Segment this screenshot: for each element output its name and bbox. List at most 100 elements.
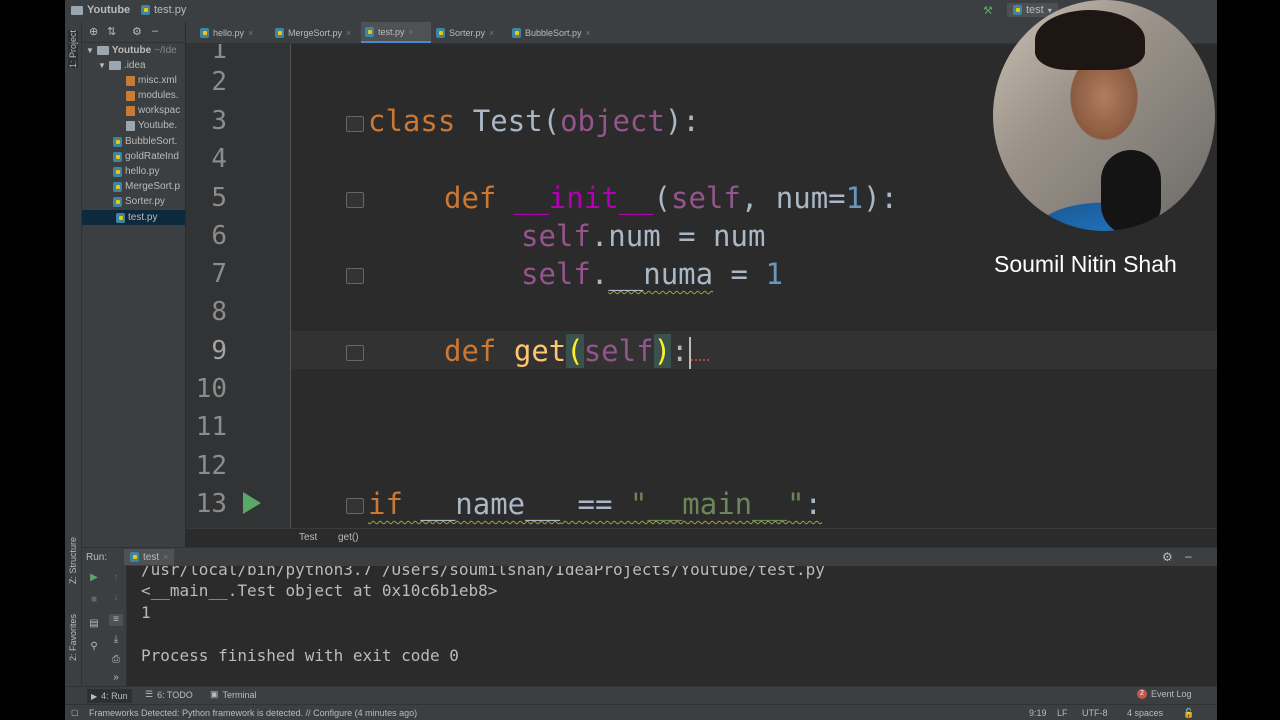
- tab-sorter[interactable]: Sorter.py ×: [432, 22, 514, 43]
- chevron-down-icon: ▼: [86, 46, 94, 55]
- xml-file-icon: [126, 75, 135, 86]
- tree-item-youtube-iml[interactable]: Youtube.: [126, 118, 177, 133]
- paren: ):: [863, 181, 899, 215]
- arrow-down-icon[interactable]: ↓: [109, 592, 123, 604]
- lock-icon[interactable]: 🔓: [1183, 708, 1194, 719]
- self-param: self: [583, 334, 654, 368]
- python-file-icon: [130, 552, 139, 562]
- tab-bubblesort[interactable]: BubbleSort.py ×: [508, 22, 608, 43]
- fold-marker-icon[interactable]: [346, 498, 364, 514]
- console-line: /usr/local/bin/python3.7 /Users/soumilsh…: [141, 566, 825, 579]
- hide-icon[interactable]: –: [152, 25, 158, 37]
- colon: :: [804, 487, 822, 521]
- tree-item-label: hello.py: [125, 166, 160, 177]
- soft-wrap-icon[interactable]: ≡: [109, 614, 123, 626]
- close-icon[interactable]: ×: [346, 28, 351, 38]
- line-separator[interactable]: LF: [1057, 708, 1068, 718]
- project-toolbar: ⊕ ⇅ ⚙ –: [82, 22, 185, 43]
- print-icon[interactable]: ⎙: [109, 654, 123, 666]
- run-panel-header: Run: test × ⚙ –: [82, 547, 1217, 567]
- run-config-label: test: [1026, 4, 1044, 16]
- tree-item-goldrate[interactable]: goldRateInd: [113, 149, 179, 164]
- run-gutter-icon[interactable]: [243, 492, 261, 514]
- stop-icon[interactable]: ■: [87, 594, 101, 606]
- number-literal: 1: [765, 257, 783, 291]
- build-button[interactable]: ⚒: [983, 4, 993, 17]
- python-file-icon: [141, 5, 150, 15]
- run-console[interactable]: /usr/local/bin/python3.7 /Users/soumilsh…: [127, 566, 1217, 686]
- indent-setting[interactable]: 4 spaces: [1127, 708, 1163, 718]
- toggle-panels-icon[interactable]: ▢: [71, 708, 79, 717]
- tool-tab-terminal[interactable]: ▣ Terminal: [210, 689, 257, 700]
- close-icon[interactable]: ×: [489, 28, 494, 38]
- close-icon[interactable]: ×: [409, 27, 414, 37]
- tree-item-test[interactable]: test.py: [82, 210, 185, 225]
- tool-tab-event-log[interactable]: 2 Event Log: [1137, 689, 1192, 699]
- xml-file-icon: [126, 105, 135, 116]
- tab-test[interactable]: test.py ×: [361, 22, 431, 43]
- line-number: 5: [211, 183, 227, 213]
- breadcrumb-class[interactable]: Test: [299, 532, 317, 543]
- paren: (: [653, 181, 672, 215]
- caret-position[interactable]: 9:19: [1029, 708, 1047, 718]
- line-number: 13: [195, 489, 227, 519]
- status-message[interactable]: Frameworks Detected: Python framework is…: [89, 708, 417, 718]
- tree-item-modules[interactable]: modules.: [126, 88, 179, 103]
- line-number-current: 9: [211, 336, 227, 366]
- close-icon[interactable]: ×: [163, 552, 168, 562]
- file-encoding[interactable]: UTF-8: [1082, 708, 1108, 718]
- arrow-up-icon[interactable]: ↑: [109, 572, 123, 584]
- nav-crumb-project[interactable]: Youtube: [71, 4, 130, 16]
- tab-mergesort[interactable]: MergeSort.py ×: [271, 22, 367, 43]
- nav-crumb-file[interactable]: test.py: [141, 4, 186, 16]
- fold-marker-icon[interactable]: [346, 192, 364, 208]
- gear-icon[interactable]: ⚙: [1162, 550, 1173, 564]
- fold-marker-icon[interactable]: [346, 345, 364, 361]
- structure-tool-tab[interactable]: Z: Structure: [68, 537, 78, 584]
- project-panel: ⊕ ⇅ ⚙ – ▼ Youtube ~/Ide ▼ .idea misc.xml…: [82, 22, 185, 547]
- code-line-5: def __init__(self, num=1):: [444, 179, 898, 217]
- minimize-icon[interactable]: –: [1185, 549, 1192, 563]
- globe-icon[interactable]: ⊕: [89, 25, 98, 38]
- run-config-tab[interactable]: test ×: [124, 549, 175, 565]
- gear-icon[interactable]: ⚙: [132, 25, 142, 38]
- tool-tab-run[interactable]: ▶ 4: Run: [87, 689, 132, 703]
- tree-item-path: ~/Ide: [154, 45, 177, 56]
- tree-item-root[interactable]: ▼ Youtube ~/Ide: [86, 43, 177, 58]
- run-config-tab-label: test: [143, 551, 160, 563]
- tree-item-label: modules.: [138, 90, 179, 101]
- tab-hello[interactable]: hello.py ×: [196, 22, 276, 43]
- tree-item-mergesort[interactable]: MergeSort.p: [113, 179, 180, 194]
- tree-item-bubblesort[interactable]: BubbleSort.: [113, 134, 177, 149]
- paren: ):: [664, 104, 700, 138]
- self-ref: self: [521, 219, 591, 253]
- tree-item-hello[interactable]: hello.py: [113, 164, 159, 179]
- params: , num=: [740, 181, 846, 215]
- close-icon[interactable]: ×: [586, 28, 591, 38]
- python-file-icon: [113, 136, 122, 147]
- webcam-hair: [1035, 10, 1145, 70]
- tool-tab-todo[interactable]: ☰ 6: TODO: [145, 689, 193, 700]
- tree-item-idea[interactable]: ▼ .idea: [98, 58, 146, 73]
- rerun-icon[interactable]: ▶: [87, 572, 101, 584]
- breadcrumb-method[interactable]: get(): [338, 532, 359, 543]
- fold-marker-icon[interactable]: [346, 268, 364, 284]
- favorites-tool-tab[interactable]: 2: Favorites: [68, 614, 78, 661]
- tab-label: Sorter.py: [449, 27, 486, 38]
- tool-window-tabs: ▶ 4: Run ☰ 6: TODO ▣ Terminal 2 Event Lo…: [65, 686, 1217, 705]
- keyword: class: [368, 104, 456, 138]
- layout-icon[interactable]: ▤: [87, 618, 101, 630]
- close-icon[interactable]: ×: [248, 28, 253, 38]
- project-tool-tab[interactable]: 1: Project: [68, 30, 78, 69]
- tool-tab-label: 4: Run: [101, 691, 128, 701]
- trash-icon[interactable]: »: [109, 672, 123, 684]
- tree-item-sorter[interactable]: Sorter.py: [113, 194, 165, 209]
- tree-item-misc-xml[interactable]: misc.xml: [126, 73, 177, 88]
- collapse-icon[interactable]: ⇅: [107, 25, 116, 38]
- code-line-7: self.__numa = 1: [521, 255, 783, 293]
- tree-item-workspace[interactable]: workspac: [126, 103, 180, 118]
- scroll-end-icon[interactable]: ⤓: [109, 634, 123, 646]
- pin-icon[interactable]: ⚲: [87, 641, 101, 653]
- tree-item-label: Youtube: [111, 45, 152, 56]
- fold-marker-icon[interactable]: [346, 116, 364, 132]
